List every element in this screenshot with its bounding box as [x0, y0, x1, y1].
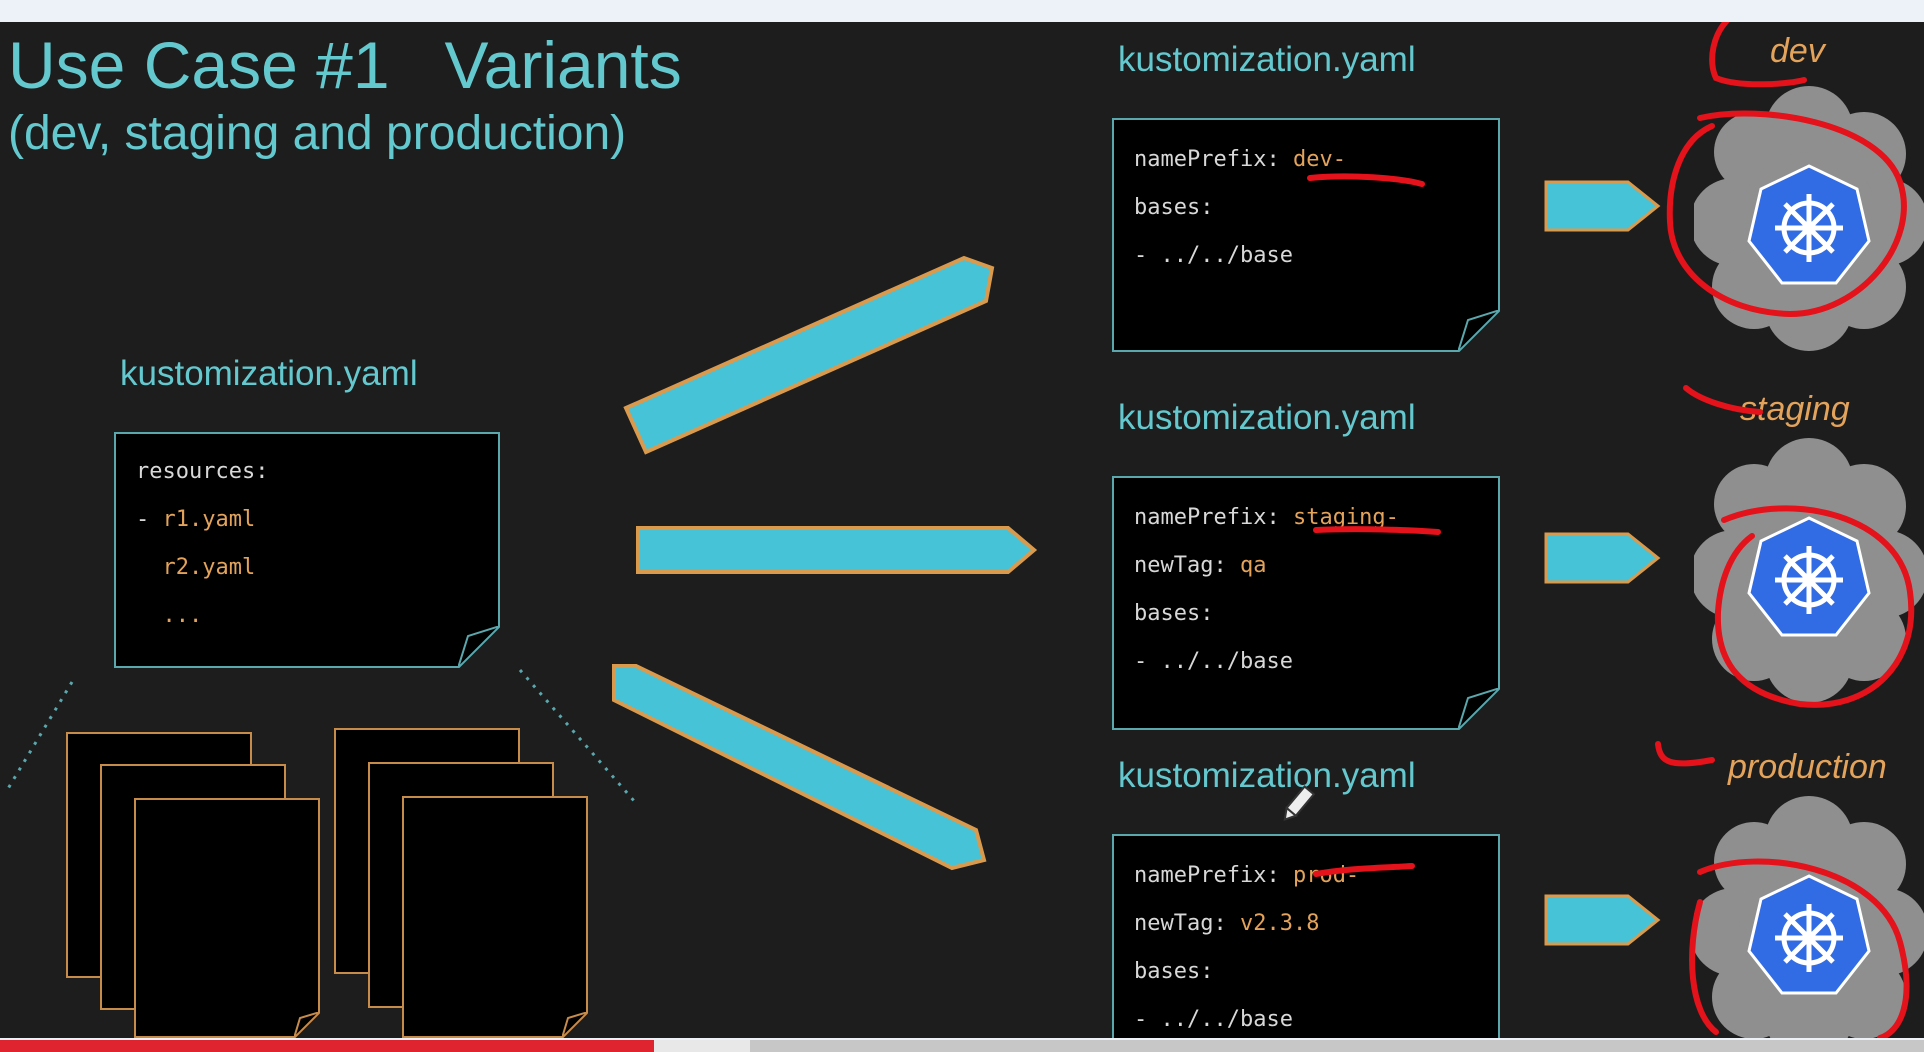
annotation-mark [1655, 741, 1715, 767]
slide: Use Case #1 Variants (dev, staging and p… [0, 22, 1924, 1038]
annotation-mark [1709, 22, 1807, 88]
annotation-mark [1683, 385, 1763, 415]
annotation-circle-production [1689, 858, 1910, 1038]
annotation-underline-dev [1307, 173, 1425, 187]
video-progress-bar[interactable] [0, 1040, 1924, 1052]
annotation-layer [1307, 22, 1915, 1038]
annotation-circle-dev [1666, 110, 1907, 318]
annotation-circle-staging [1714, 505, 1915, 708]
video-played-bar [0, 1040, 655, 1052]
annotation-strike-prod [1313, 863, 1415, 877]
annotation-underline-staging [1313, 526, 1441, 535]
